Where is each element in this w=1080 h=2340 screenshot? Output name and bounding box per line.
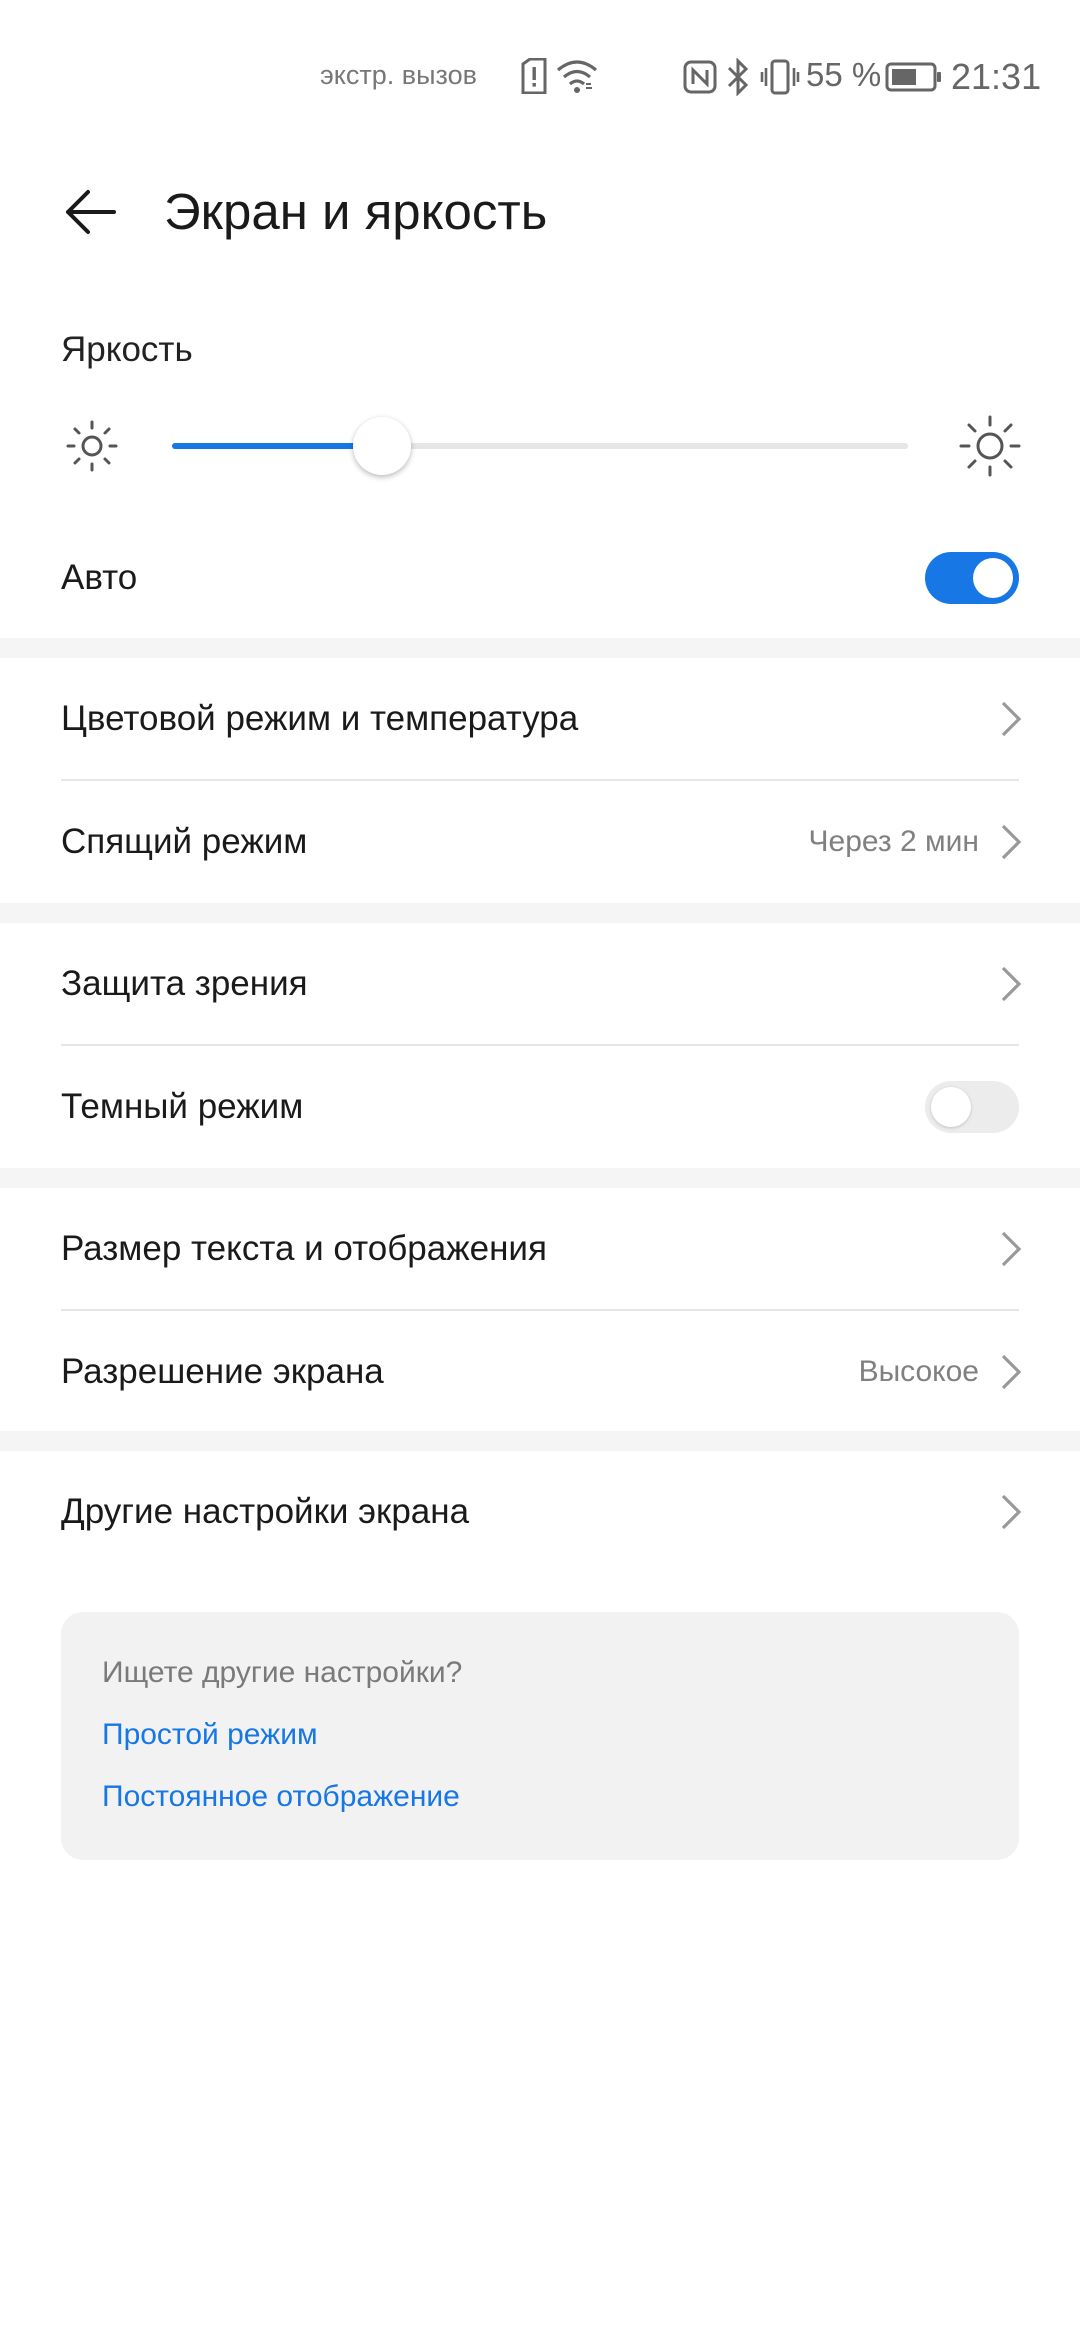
dark-mode-label: Темный режим: [61, 1087, 304, 1126]
text-size-row[interactable]: Размер текста и отображения: [0, 1188, 1080, 1310]
nfc-icon: [683, 60, 717, 94]
suggestions-card: Ищете другие настройки? Простой режим По…: [61, 1612, 1019, 1860]
chevron-right-icon: [1001, 966, 1022, 1002]
sleep-row[interactable]: Спящий режим Через 2 мин: [0, 781, 1080, 903]
battery-percent: 55 %: [806, 56, 882, 93]
section-gap: [0, 1168, 1080, 1188]
sleep-value: Через 2 мин: [808, 825, 979, 858]
resolution-row[interactable]: Разрешение экрана Высокое: [0, 1311, 1080, 1433]
text-size-label: Размер текста и отображения: [61, 1229, 547, 1268]
chevron-right-icon: [1001, 701, 1022, 737]
color-mode-label: Цветовой режим и температура: [61, 699, 579, 738]
sim-alert-icon: [521, 58, 547, 94]
page-title: Экран и яркость: [164, 183, 548, 240]
chevron-right-icon: [1001, 1494, 1022, 1530]
chevron-right-icon: [1001, 1354, 1022, 1390]
suggestions-title: Ищете другие настройки?: [102, 1656, 463, 1689]
toggle-knob: [973, 558, 1013, 598]
eye-comfort-row[interactable]: Защита зрения: [0, 923, 1080, 1045]
app-header: Экран и яркость: [0, 150, 1080, 300]
sleep-label: Спящий режим: [61, 822, 308, 861]
battery-icon: [885, 62, 941, 92]
chevron-right-icon: [1001, 824, 1022, 860]
dark-mode-row[interactable]: Темный режим: [0, 1046, 1080, 1168]
section-gap: [0, 638, 1080, 658]
dark-mode-toggle[interactable]: [925, 1081, 1019, 1133]
brightness-slider[interactable]: [172, 417, 908, 475]
simple-mode-link[interactable]: Простой режим: [102, 1718, 318, 1752]
toggle-knob: [931, 1087, 971, 1127]
slider-fill: [172, 443, 382, 449]
resolution-value: Высокое: [858, 1355, 979, 1388]
more-settings-row[interactable]: Другие настройки экрана: [0, 1451, 1080, 1573]
resolution-label: Разрешение экрана: [61, 1352, 384, 1391]
eye-comfort-label: Защита зрения: [61, 964, 308, 1003]
section-gap: [0, 903, 1080, 923]
always-on-display-link[interactable]: Постоянное отображение: [102, 1780, 460, 1814]
status-bar: экстр. вызов 55 % 21:31: [0, 0, 1080, 150]
auto-brightness-toggle[interactable]: [925, 552, 1019, 604]
color-mode-row[interactable]: Цветовой режим и температура: [0, 658, 1080, 780]
clock: 21:31: [951, 56, 1042, 97]
auto-brightness-label: Авто: [61, 558, 138, 597]
back-button[interactable]: [50, 172, 130, 252]
brightness-high-icon: [959, 415, 1021, 477]
arrow-left-icon: [66, 190, 116, 234]
wifi-icon: [556, 60, 598, 93]
emergency-call-text: экстр. вызов: [320, 60, 477, 90]
brightness-low-icon: [66, 420, 118, 472]
section-gap: [0, 1431, 1080, 1451]
more-settings-label: Другие настройки экрана: [61, 1492, 470, 1531]
slider-thumb[interactable]: [352, 417, 411, 475]
chevron-right-icon: [1001, 1231, 1022, 1267]
auto-brightness-row[interactable]: Авто: [0, 530, 1080, 640]
vibrate-icon: [760, 59, 800, 95]
brightness-label: Яркость: [61, 330, 193, 369]
bluetooth-icon: [727, 58, 749, 96]
